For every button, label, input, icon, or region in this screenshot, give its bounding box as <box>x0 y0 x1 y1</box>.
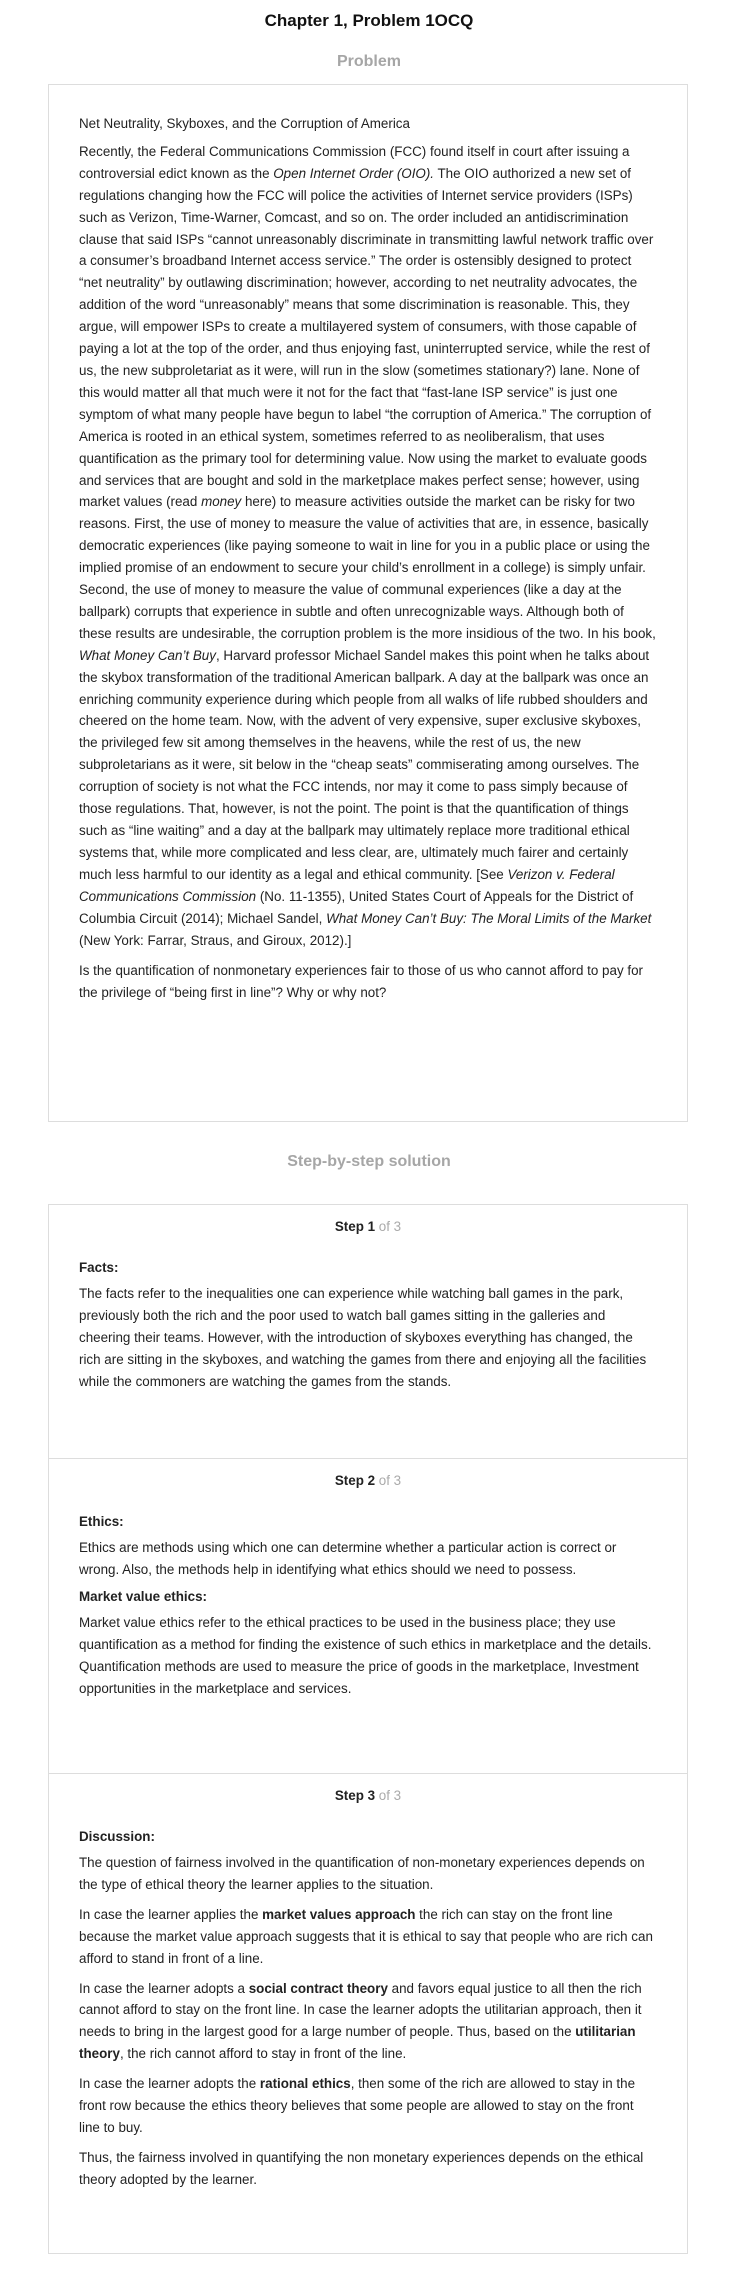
problem-box: Net Neutrality, Skyboxes, and the Corrup… <box>48 84 688 1122</box>
step-3-p4: In case the learner adopts the rational … <box>79 2076 636 2135</box>
step-1-heading: Facts: <box>79 1260 119 1275</box>
step-3: Step 3 of 3 Discussion: The question of … <box>49 1774 687 2254</box>
step-3-header: Step 3 of 3 <box>334 1788 402 1803</box>
steps-box: Step 1 of 3 Facts: The facts refer to th… <box>48 1204 688 2254</box>
step-3-p3: In case the learner adopts a social cont… <box>79 1980 642 2062</box>
step-2-heading-market: Market value ethics: <box>79 1588 208 1604</box>
step-3-p1: The question of fairness involved in the… <box>79 1855 645 1892</box>
problem-subject: Net Neutrality, Skyboxes, and the Corrup… <box>79 116 410 131</box>
problem-heading: Problem <box>336 53 401 70</box>
step-1-header: Step 1 of 3 <box>334 1219 402 1234</box>
problem-question: Is the quantification of nonmonetary exp… <box>79 963 643 1001</box>
problem-body: Recently, the Federal Communications Com… <box>79 143 656 948</box>
step-1-text: The facts refer to the inequalities one … <box>79 1286 647 1389</box>
step-3-p5: Thus, the fairness involved in quantifyi… <box>79 2149 644 2187</box>
step-1: Step 1 of 3 Facts: The facts refer to th… <box>49 1205 687 1459</box>
page-title: Chapter 1, Problem 1OCQ <box>264 11 474 30</box>
step-2-header: Step 2 of 3 <box>334 1473 402 1488</box>
step-3-p2: In case the learner applies the market v… <box>79 1906 653 1966</box>
step-2: Step 2 of 3 Ethics: Ethics are methods u… <box>49 1459 687 1774</box>
step-2-heading: Ethics: <box>79 1514 124 1529</box>
step-2-text: Ethics are methods using which one can d… <box>79 1540 617 1577</box>
solution-heading: Step-by-step solution <box>287 1153 451 1170</box>
step-2-text-market: Market value ethics refer to the ethical… <box>79 1614 652 1696</box>
step-3-heading: Discussion: <box>79 1829 155 1844</box>
